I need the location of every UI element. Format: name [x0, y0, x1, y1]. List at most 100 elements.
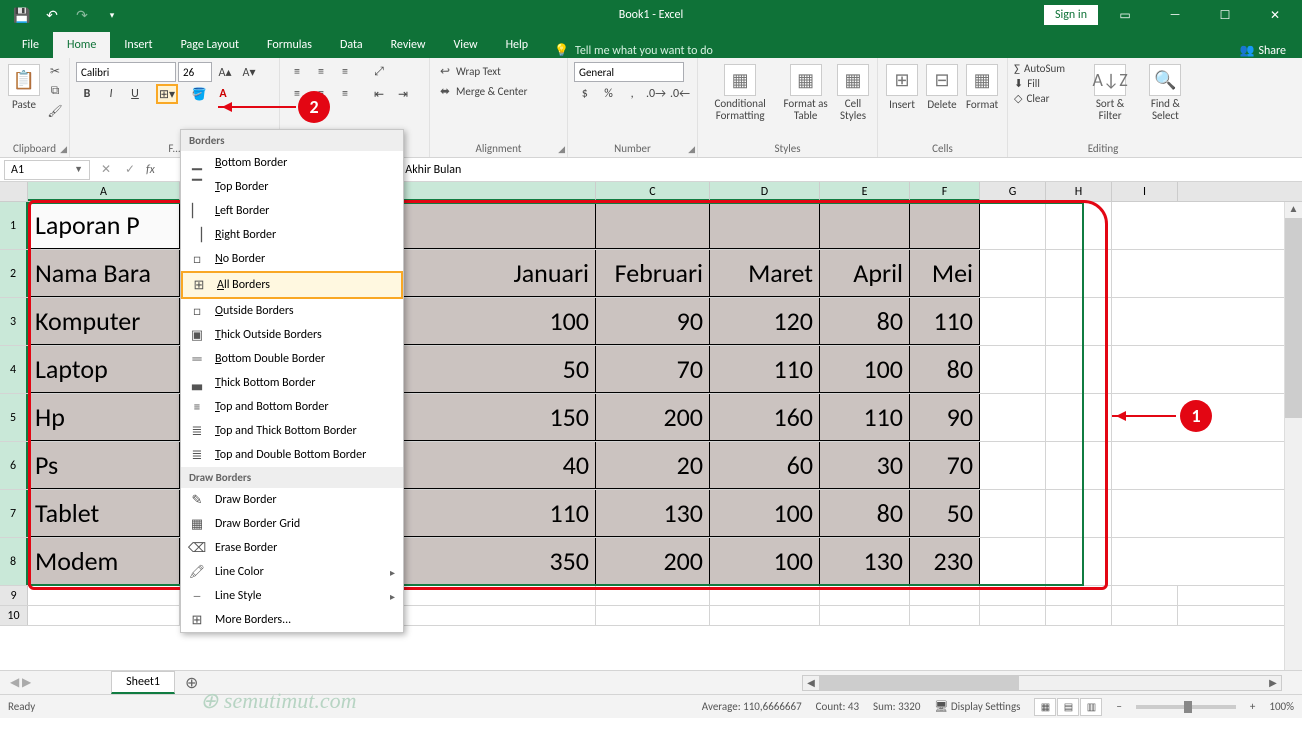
zoom-out-icon[interactable]: −: [1116, 700, 1121, 713]
clear-button[interactable]: ◇Clear: [1014, 92, 1081, 105]
cell-c1[interactable]: [596, 202, 710, 249]
cell-e7[interactable]: 80: [820, 490, 910, 537]
borders-button[interactable]: ⊞▾: [156, 84, 178, 104]
border-item-outside-borders[interactable]: □Outside Borders: [181, 299, 403, 323]
sheet-tab-sheet1[interactable]: Sheet1: [111, 671, 175, 694]
cell-a5[interactable]: Hp: [28, 394, 180, 441]
col-header-d[interactable]: D: [710, 182, 820, 201]
tab-insert[interactable]: Insert: [110, 32, 166, 58]
cell-e2[interactable]: April: [820, 250, 910, 297]
sort-filter-button[interactable]: A↓ZSort & Filter: [1085, 62, 1134, 140]
cell-a7[interactable]: Tablet: [28, 490, 180, 537]
cell-d1[interactable]: [710, 202, 820, 249]
close-icon[interactable]: ✕: [1252, 0, 1298, 30]
view-page-layout-icon[interactable]: ▤: [1057, 698, 1079, 716]
border-item-line-style[interactable]: ─Line Style: [181, 584, 403, 608]
cell-a2[interactable]: Nama Bara: [28, 250, 180, 297]
vertical-scrollbar[interactable]: ▲: [1284, 202, 1302, 670]
tab-formulas[interactable]: Formulas: [253, 32, 326, 58]
clipboard-launcher-icon[interactable]: ◢: [60, 144, 67, 155]
undo-icon[interactable]: ↶: [38, 1, 66, 29]
accounting-icon[interactable]: $: [574, 84, 596, 104]
conditional-formatting-button[interactable]: ▦Conditional Formatting: [704, 62, 776, 140]
name-box[interactable]: A1▼: [4, 160, 90, 180]
cell-a6[interactable]: Ps: [28, 442, 180, 489]
align-top-icon[interactable]: ≡: [286, 62, 308, 82]
border-item-top-and-double-bottom-border[interactable]: ≣Top and Double Bottom Border: [181, 443, 403, 467]
border-item-draw-border-grid[interactable]: ▦Draw Border Grid: [181, 512, 403, 536]
border-item-erase-border[interactable]: ⌫Erase Border: [181, 536, 403, 560]
orientation-icon[interactable]: ⤢: [368, 62, 390, 82]
border-item-top-and-bottom-border[interactable]: ≡Top and Bottom Border: [181, 395, 403, 419]
cell-d6[interactable]: 60: [710, 442, 820, 489]
cell-a4[interactable]: Laptop: [28, 346, 180, 393]
cell-e8[interactable]: 130: [820, 538, 910, 585]
border-item-left-border[interactable]: ▏Left Border: [181, 199, 403, 223]
paste-button[interactable]: 📋 Paste: [6, 62, 42, 140]
font-name-input[interactable]: [76, 62, 176, 82]
increase-indent-icon[interactable]: ⇥: [392, 84, 414, 104]
cut-icon[interactable]: ✂: [46, 62, 64, 80]
signin-button[interactable]: Sign in: [1044, 5, 1098, 25]
col-header-g[interactable]: G: [980, 182, 1046, 201]
border-item-all-borders[interactable]: ⊞All Borders: [181, 271, 403, 299]
cell-f7[interactable]: 50: [910, 490, 980, 537]
comma-icon[interactable]: ,: [621, 84, 643, 104]
cell-c3[interactable]: 90: [596, 298, 710, 345]
border-item-more-borders-[interactable]: ⊞More Borders...: [181, 608, 403, 632]
wrap-text-button[interactable]: ↩ Wrap Text: [436, 62, 561, 80]
cell-e6[interactable]: 30: [820, 442, 910, 489]
format-cells-button[interactable]: ▦Format: [964, 62, 1000, 140]
border-item-top-and-thick-bottom-border[interactable]: ≣Top and Thick Bottom Border: [181, 419, 403, 443]
cell-c4[interactable]: 70: [596, 346, 710, 393]
tab-review[interactable]: Review: [377, 32, 440, 58]
share-button[interactable]: 👥 Share: [1239, 43, 1302, 58]
cell-e1[interactable]: [820, 202, 910, 249]
percent-icon[interactable]: %: [598, 84, 620, 104]
number-launcher-icon[interactable]: ◢: [688, 144, 695, 155]
cell-d3[interactable]: 120: [710, 298, 820, 345]
fill-button[interactable]: ⬇Fill: [1014, 77, 1081, 90]
cell-f1[interactable]: [910, 202, 980, 249]
insert-cells-button[interactable]: ⊞Insert: [884, 62, 920, 140]
cell-c5[interactable]: 200: [596, 394, 710, 441]
col-header-i[interactable]: I: [1112, 182, 1178, 201]
find-select-button[interactable]: 🔍Find & Select: [1139, 62, 1192, 140]
save-icon[interactable]: 💾: [8, 1, 36, 29]
align-right-icon[interactable]: ≡: [334, 84, 356, 104]
cell-e4[interactable]: 100: [820, 346, 910, 393]
cell-d7[interactable]: 100: [710, 490, 820, 537]
display-settings-button[interactable]: 🖥 Display Settings: [934, 700, 1020, 713]
redo-icon[interactable]: ↷: [68, 1, 96, 29]
border-item-right-border[interactable]: ▕Right Border: [181, 223, 403, 247]
cell-d8[interactable]: 100: [710, 538, 820, 585]
tab-data[interactable]: Data: [326, 32, 377, 58]
number-format-select[interactable]: [574, 62, 684, 82]
fx-icon[interactable]: fx: [142, 163, 159, 177]
tab-view[interactable]: View: [440, 32, 492, 58]
autosum-button[interactable]: ∑AutoSum: [1014, 62, 1081, 75]
increase-decimal-icon[interactable]: .0→: [645, 84, 667, 104]
ribbon-options-icon[interactable]: ▭: [1102, 0, 1148, 30]
decrease-indent-icon[interactable]: ⇤: [368, 84, 390, 104]
cell-a1[interactable]: Laporan P: [28, 202, 180, 249]
cell-a3[interactable]: Komputer: [28, 298, 180, 345]
tab-pagelayout[interactable]: Page Layout: [167, 32, 253, 58]
tab-file[interactable]: File: [8, 32, 53, 58]
tab-nav[interactable]: ◀ ▶: [0, 675, 31, 690]
decrease-decimal-icon[interactable]: .0←: [669, 84, 691, 104]
cell-f6[interactable]: 70: [910, 442, 980, 489]
delete-cells-button[interactable]: ⊟Delete: [924, 62, 960, 140]
col-header-e[interactable]: E: [820, 182, 910, 201]
fill-color-icon[interactable]: 🪣: [188, 84, 210, 104]
select-all-button[interactable]: [0, 182, 28, 201]
cell-c2[interactable]: Februari: [596, 250, 710, 297]
grow-font-icon[interactable]: A▴: [214, 62, 236, 82]
cell-d4[interactable]: 110: [710, 346, 820, 393]
border-item-bottom-double-border[interactable]: ═Bottom Double Border: [181, 347, 403, 371]
tab-home[interactable]: Home: [53, 32, 110, 58]
cell-f4[interactable]: 80: [910, 346, 980, 393]
copy-icon[interactable]: ⧉: [46, 82, 64, 100]
border-item-thick-outside-borders[interactable]: ▣Thick Outside Borders: [181, 323, 403, 347]
merge-center-button[interactable]: ⬌ Merge & Center: [436, 82, 561, 100]
